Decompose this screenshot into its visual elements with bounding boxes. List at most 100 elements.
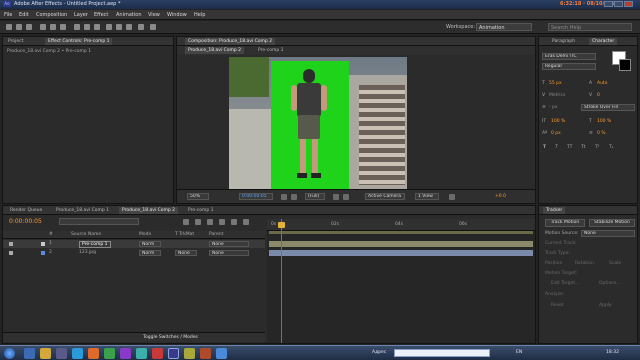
vertical-scale-value[interactable]: 100 %: [551, 119, 565, 124]
layer-row[interactable]: 2 123.jpg Norm None None: [3, 249, 265, 257]
selection-tool-icon[interactable]: [6, 24, 12, 30]
menu-window[interactable]: Window: [167, 12, 187, 18]
subtab-precomp1[interactable]: Pre-comp 1: [255, 47, 287, 54]
tab-render-queue[interactable]: Render Queue: [7, 207, 45, 214]
tab-character[interactable]: Character: [589, 38, 618, 45]
brush-tool-icon[interactable]: [106, 24, 112, 30]
layer-parent-select[interactable]: None: [209, 250, 249, 256]
hand-tool-icon[interactable]: [16, 24, 22, 30]
language-indicator[interactable]: EN: [516, 350, 522, 355]
fast-previews-icon[interactable]: [449, 194, 455, 200]
snapshot-icon[interactable]: [281, 194, 287, 200]
timeline-tracks[interactable]: 0s 02s 04s 06s: [267, 219, 535, 343]
menu-edit[interactable]: Edit: [19, 12, 29, 18]
viewer-timecode[interactable]: 0:00:00:05: [239, 193, 273, 200]
motion-source-select[interactable]: None: [581, 230, 635, 237]
tab-tracker[interactable]: Tracker: [543, 207, 566, 214]
ie-icon[interactable]: [24, 348, 35, 359]
tab-project[interactable]: Project: [5, 38, 26, 45]
explorer-icon[interactable]: [40, 348, 51, 359]
timeline-timecode[interactable]: 0:00:00:05: [9, 218, 42, 225]
after-effects-taskbar-icon[interactable]: [168, 348, 179, 359]
track-motion-button[interactable]: Track Motion: [545, 219, 585, 227]
baseline-shift-value[interactable]: 0 px: [551, 131, 561, 136]
taskbar-clock[interactable]: 18:32: [606, 350, 619, 355]
motion-blur-icon[interactable]: [231, 219, 237, 225]
app-icon-blue[interactable]: [216, 348, 227, 359]
apply-button[interactable]: Apply: [599, 303, 612, 308]
type-tool-icon[interactable]: [94, 24, 100, 30]
menu-view[interactable]: View: [148, 12, 160, 18]
font-size-value[interactable]: 55 px: [549, 81, 562, 86]
options-button[interactable]: Options...: [599, 281, 621, 286]
stroke-mode-select[interactable]: Stroke Over Fill: [581, 104, 635, 111]
puppet-tool-icon[interactable]: [150, 24, 156, 30]
chrome-icon[interactable]: [104, 348, 115, 359]
mask-tool-icon[interactable]: [74, 24, 80, 30]
stroke-width-value[interactable]: - px: [549, 105, 558, 110]
zoom-select[interactable]: 50%: [187, 193, 209, 200]
workspace-select[interactable]: Animation: [476, 23, 532, 31]
layer-trkmat-select[interactable]: None: [175, 250, 197, 256]
graph-editor-icon[interactable]: [243, 219, 249, 225]
app-icon-teal[interactable]: [136, 348, 147, 359]
timeline-search-input[interactable]: [59, 218, 139, 225]
search-help-input[interactable]: Search Help: [548, 23, 632, 31]
playhead-handle-icon[interactable]: [278, 222, 285, 228]
close-button[interactable]: [624, 1, 633, 7]
stroke-color-swatch[interactable]: [619, 59, 631, 71]
comp-mini-flowchart-icon[interactable]: [183, 219, 189, 225]
visibility-eye-icon[interactable]: [9, 251, 13, 255]
hide-shy-icon[interactable]: [207, 219, 213, 225]
app-icon-red[interactable]: [152, 348, 163, 359]
zoom-tool-icon[interactable]: [26, 24, 32, 30]
composition-viewer[interactable]: [229, 57, 407, 197]
layer-duration-bar[interactable]: [269, 241, 533, 247]
layer-label-color[interactable]: [41, 251, 45, 255]
toggle-switches-modes-button[interactable]: Toggle Switches / Modes: [143, 335, 198, 340]
menu-layer[interactable]: Layer: [74, 12, 88, 18]
playhead[interactable]: [281, 219, 282, 343]
media-player-icon[interactable]: [56, 348, 67, 359]
start-button[interactable]: [4, 348, 15, 359]
eraser-tool-icon[interactable]: [126, 24, 132, 30]
font-style-select[interactable]: Regular: [542, 63, 596, 70]
camera-tool-icon[interactable]: [50, 24, 56, 30]
show-snapshot-icon[interactable]: [291, 194, 297, 200]
tab-composition[interactable]: Composition: Produce_18.avi Comp 2: [185, 38, 276, 45]
edit-target-button[interactable]: Edit Target...: [551, 281, 579, 286]
minimize-button[interactable]: [604, 1, 613, 7]
draft-3d-icon[interactable]: [195, 219, 201, 225]
rotate-tool-icon[interactable]: [40, 24, 46, 30]
transparency-grid-icon[interactable]: [343, 194, 349, 200]
time-ruler[interactable]: 0s 02s 04s 06s: [267, 219, 535, 231]
faux-bold-button[interactable]: T: [543, 145, 546, 150]
app-icon-orange[interactable]: [200, 348, 211, 359]
kerning-value[interactable]: Metrics: [549, 93, 565, 98]
view-layout-select[interactable]: 1 View: [415, 193, 439, 200]
pan-behind-tool-icon[interactable]: [60, 24, 66, 30]
layer-name[interactable]: 123.jpg: [79, 250, 96, 255]
region-of-interest-icon[interactable]: [333, 194, 339, 200]
superscript-button[interactable]: T¹: [595, 145, 600, 150]
all-caps-button[interactable]: TT: [567, 145, 572, 150]
subscript-button[interactable]: T₁: [609, 145, 614, 150]
rotation-checkbox[interactable]: Rotation: [575, 261, 594, 266]
visibility-eye-icon[interactable]: [9, 242, 13, 246]
scale-checkbox[interactable]: Scale: [609, 261, 621, 266]
tab-comp1[interactable]: Produce_18.avi Comp 1: [53, 207, 112, 214]
resolution-select[interactable]: (Full): [305, 193, 325, 200]
reset-button[interactable]: Reset: [551, 303, 564, 308]
tab-precomp1[interactable]: Pre-comp 1: [185, 207, 217, 214]
position-checkbox[interactable]: Position: [545, 261, 563, 266]
layer-mode-select[interactable]: Norm: [139, 241, 161, 247]
skype-icon[interactable]: [72, 348, 83, 359]
app-icon-purple[interactable]: [120, 348, 131, 359]
layer-parent-select[interactable]: None: [209, 241, 249, 247]
menu-composition[interactable]: Composition: [36, 12, 67, 18]
address-input[interactable]: [394, 349, 490, 357]
tab-comp2[interactable]: Produce_18.avi Comp 2: [119, 207, 179, 214]
tsume-value[interactable]: 0 %: [597, 131, 606, 136]
layer-name[interactable]: Pre-comp 1: [79, 241, 111, 248]
font-family-select[interactable]: Eras Demi ITC: [542, 53, 596, 60]
